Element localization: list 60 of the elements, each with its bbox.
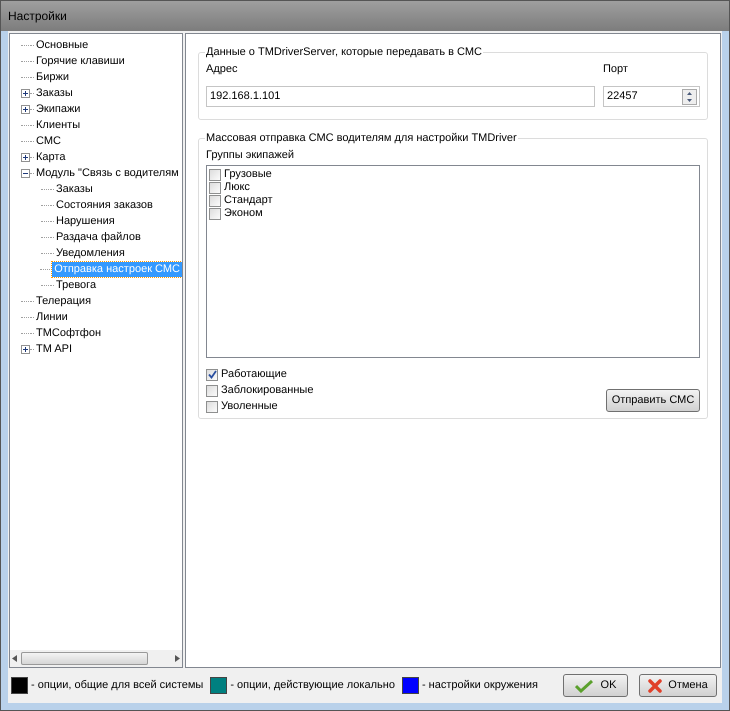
legend-text: - опции, действующие локально [230, 678, 395, 694]
tree-item[interactable]: Клиенты [34, 118, 82, 132]
address-field[interactable]: 192.168.1.101 [206, 86, 595, 107]
tree-item[interactable]: Модуль "Связь с водителям [34, 166, 181, 180]
collapse-icon[interactable] [20, 168, 30, 178]
tree-item[interactable]: Уведомления [54, 246, 127, 260]
tree-item[interactable]: Линии [34, 310, 70, 324]
tree-item[interactable]: Экипажи [34, 102, 82, 116]
checkbox-label: Уволенные [221, 399, 278, 414]
window-title: Настройки [8, 8, 67, 25]
tree-item[interactable]: Раздача файлов [54, 230, 143, 244]
tree-item[interactable]: Тревога [54, 278, 98, 292]
checkbox[interactable] [206, 384, 218, 396]
checkbox-label: Эконом [224, 206, 263, 222]
expand-icon[interactable] [20, 88, 30, 98]
tree-item[interactable]: ТМСофтфон [34, 326, 104, 340]
address-label: Адрес [206, 62, 238, 76]
send-sms-button[interactable]: Отправить СМС [606, 389, 700, 412]
tree-item[interactable]: Нарушения [54, 214, 117, 228]
checkbox[interactable] [209, 182, 221, 194]
group-title: Массовая отправка СМС водителям для настройки TMDriver [205, 131, 518, 146]
tree-item[interactable]: TM API [34, 342, 74, 356]
tree-item[interactable]: Телерация [34, 294, 94, 308]
tree-item[interactable]: Основные [34, 38, 90, 52]
checkbox[interactable] [206, 400, 218, 412]
checkbox[interactable] [206, 368, 218, 380]
tree-item[interactable]: Биржи [34, 70, 71, 84]
groups-label: Группы экипажей [206, 148, 295, 162]
ok-button[interactable]: OK [563, 674, 628, 697]
checkbox[interactable] [209, 208, 221, 220]
horizontal-scrollbar[interactable] [10, 650, 182, 667]
checkbox-label: Люкс [224, 180, 250, 195]
tree-item[interactable]: Карта [34, 150, 68, 164]
scroll-left-icon[interactable] [12, 655, 17, 662]
legend-text: - опции, общие для всей системы [31, 678, 204, 694]
checkbox-label: Работающие [221, 367, 287, 382]
tree-item[interactable]: Горячие клавиши [34, 54, 127, 68]
checkbox-label: Грузовые [224, 167, 272, 182]
checkbox[interactable] [209, 194, 221, 206]
port-spinner[interactable]: 22457 [603, 86, 700, 107]
scroll-right-icon[interactable] [175, 655, 180, 662]
group-title: Данные о TMDriverServer, которые передавать в СМС [205, 45, 483, 60]
tree-item[interactable]: Заказы [34, 86, 75, 100]
expand-icon[interactable] [20, 344, 30, 354]
legend-text: - настройки окружения [422, 678, 538, 694]
tree-item[interactable]: Заказы [54, 182, 95, 196]
check-icon [574, 678, 593, 692]
checkbox[interactable] [209, 168, 221, 180]
check-icon [208, 370, 216, 379]
cancel-button[interactable]: Отмена [639, 674, 717, 697]
port-label: Порт [603, 62, 629, 76]
expand-icon[interactable] [20, 104, 30, 114]
scroll-thumb[interactable] [21, 652, 148, 665]
checkbox-label: Заблокированные [221, 383, 314, 398]
tree-item[interactable]: Состояния заказов [54, 198, 155, 212]
tree-item[interactable]: СМС [34, 134, 63, 148]
close-icon [648, 678, 662, 692]
spinner-arrows-icon[interactable] [682, 88, 697, 104]
expand-icon[interactable] [20, 152, 30, 162]
checkbox-label: Стандарт [224, 193, 273, 208]
